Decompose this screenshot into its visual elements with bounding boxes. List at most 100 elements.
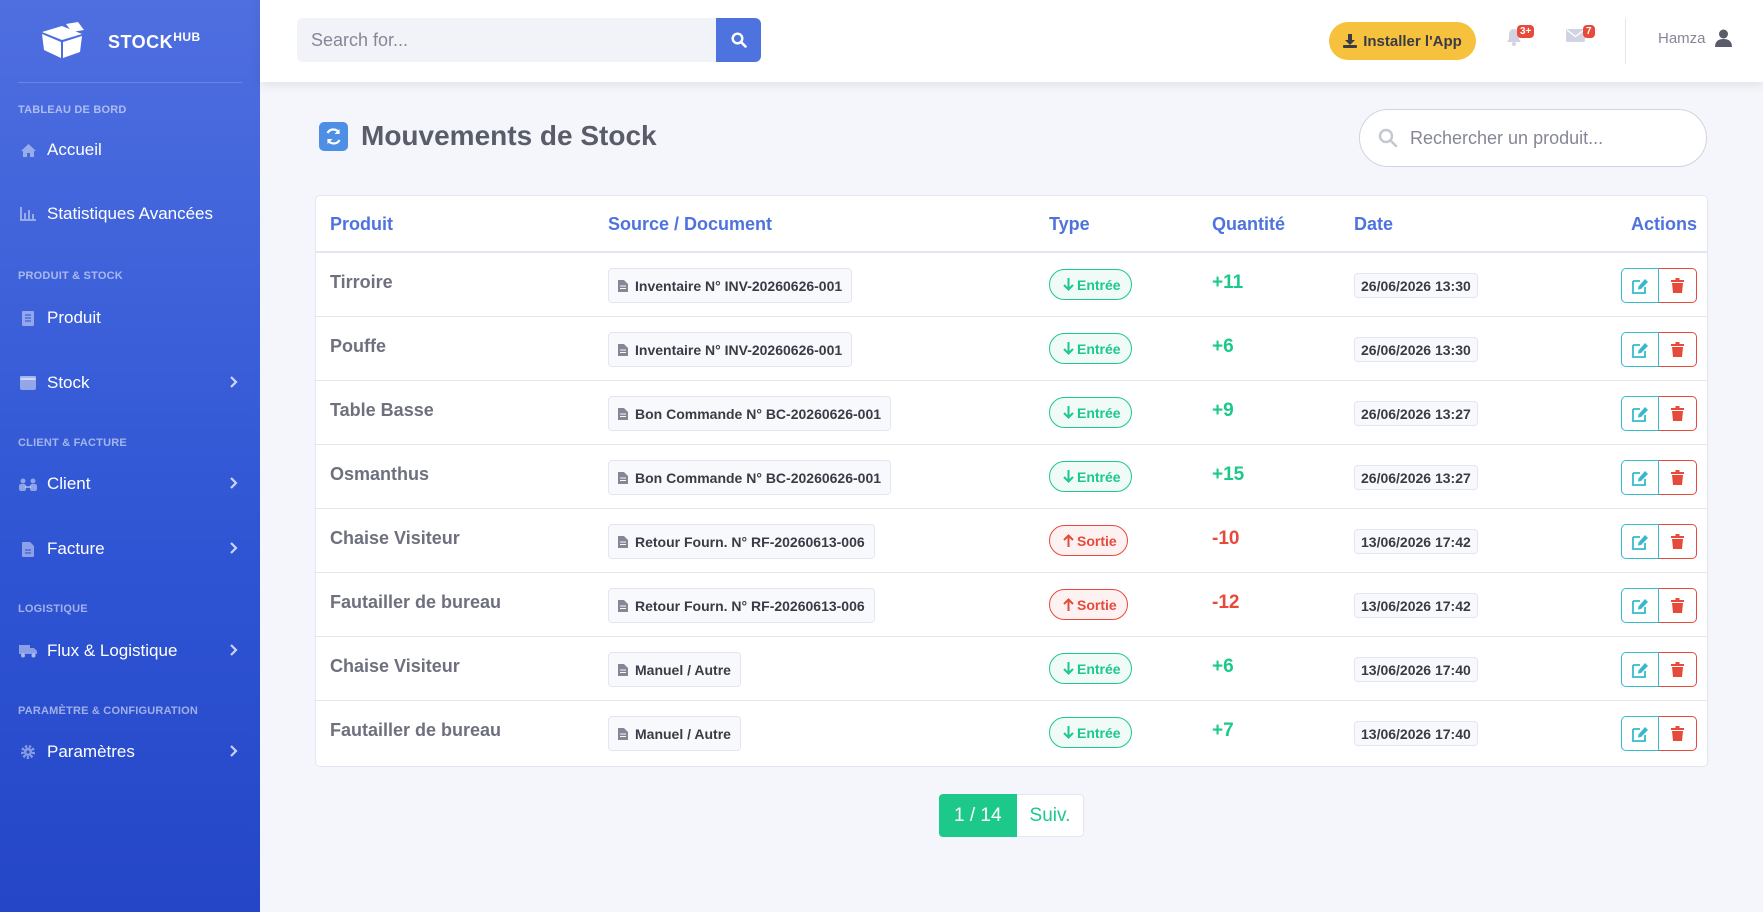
edit-icon [1631, 406, 1648, 422]
edit-button[interactable] [1621, 652, 1659, 687]
source-document[interactable]: Manuel / Autre [608, 716, 741, 751]
trash-icon [1671, 278, 1684, 293]
messages-button[interactable]: 7 [1566, 25, 1596, 54]
quantity-value: -10 [1212, 528, 1240, 549]
row-actions [1621, 524, 1697, 559]
table-row: Table Basse Bon Commande N° BC-20260626-0… [316, 381, 1707, 445]
document-icon [618, 279, 628, 292]
source-document[interactable]: Inventaire N° INV-20260626-001 [608, 332, 853, 367]
sidebar-item-produit[interactable]: Produit [0, 298, 260, 338]
type-badge: Entrée [1049, 461, 1132, 492]
home-icon [18, 140, 38, 160]
delete-button[interactable] [1659, 524, 1697, 559]
download-icon [1343, 34, 1358, 48]
arrow-down-icon [1063, 406, 1074, 419]
date-badge: 26/06/2026 13:30 [1354, 273, 1478, 298]
quantity-value: +15 [1212, 464, 1245, 485]
product-name: Chaise Visiteur [330, 528, 460, 548]
source-document[interactable]: Retour Fourn. N° RF-20260613-006 [608, 524, 875, 559]
edit-button[interactable] [1621, 524, 1659, 559]
brand[interactable]: STOCKHUB [0, 0, 260, 82]
chevron-right-icon [230, 376, 238, 388]
edit-button[interactable] [1621, 716, 1659, 751]
sidebar-item-statistiques[interactable]: Statistiques Avancées [0, 194, 260, 234]
table-header: Produit Source / Document Type Quantité … [316, 196, 1707, 253]
delete-button[interactable] [1659, 268, 1697, 303]
type-badge-label: Sortie [1077, 532, 1117, 549]
delete-button[interactable] [1659, 652, 1697, 687]
column-header-date[interactable]: Date [1354, 214, 1393, 235]
quantity-value: +6 [1212, 336, 1234, 357]
install-app-label: Installer l'App [1363, 32, 1462, 50]
product-name: Fautailler de bureau [330, 720, 502, 740]
install-app-button[interactable]: Installer l'App [1329, 22, 1476, 60]
delete-button[interactable] [1659, 588, 1697, 623]
type-badge-label: Entrée [1077, 404, 1121, 421]
column-header-actions: Actions [1631, 214, 1698, 234]
chevron-right-icon [230, 644, 238, 656]
delete-button[interactable] [1659, 716, 1697, 751]
source-document[interactable]: Bon Commande N° BC-20260626-001 [608, 396, 892, 431]
page-title: Mouvements de Stock [361, 120, 657, 151]
user-menu[interactable]: Hamza [1658, 29, 1732, 47]
edit-icon [1631, 662, 1648, 678]
sidebar-heading-produit-stock: PRODUIT & STOCK [18, 270, 123, 282]
sidebar: STOCKHUB TABLEAU DE BORD Accueil Statist… [0, 0, 260, 912]
column-header-produit[interactable]: Produit [330, 214, 393, 235]
sidebar-heading-client-facture: CLIENT & FACTURE [18, 437, 127, 449]
column-header-source[interactable]: Source / Document [608, 214, 772, 235]
edit-button[interactable] [1621, 460, 1659, 495]
search-input[interactable] [297, 18, 716, 62]
sidebar-item-label: Produit [47, 308, 101, 327]
sidebar-item-stock[interactable]: Stock [0, 363, 260, 403]
delete-button[interactable] [1659, 332, 1697, 367]
edit-button[interactable] [1621, 332, 1659, 367]
trash-icon [1671, 406, 1684, 421]
document-icon [618, 407, 628, 420]
pagination-next-button[interactable]: Suiv. [1016, 794, 1085, 837]
edit-button[interactable] [1621, 268, 1659, 303]
trash-icon [1671, 470, 1684, 485]
product-search-input[interactable] [1410, 127, 1690, 149]
delete-button[interactable] [1659, 460, 1697, 495]
table-row: Fautailler de bureau Retour Fourn. N° RF-… [316, 573, 1707, 637]
chart-icon [18, 204, 38, 224]
arrow-down-icon [1063, 662, 1074, 675]
search-button[interactable] [716, 18, 761, 62]
column-header-quantite[interactable]: Quantité [1212, 214, 1285, 235]
delete-button[interactable] [1659, 396, 1697, 431]
source-document[interactable]: Bon Commande N° BC-20260626-001 [608, 460, 892, 495]
arrow-down-icon [1063, 470, 1074, 483]
sidebar-item-facture[interactable]: Facture [0, 529, 260, 569]
source-document[interactable]: Manuel / Autre [608, 652, 741, 687]
search-icon [730, 32, 747, 48]
source-document[interactable]: Inventaire N° INV-20260626-001 [608, 268, 853, 303]
edit-icon [1631, 278, 1648, 294]
user-name: Hamza [1658, 29, 1706, 47]
edit-button[interactable] [1621, 396, 1659, 431]
sidebar-item-label: Paramètres [47, 742, 135, 761]
topbar-divider [1625, 18, 1626, 64]
edit-button[interactable] [1621, 588, 1659, 623]
sidebar-item-flux-logistique[interactable]: Flux & Logistique [0, 631, 260, 671]
type-badge-label: Entrée [1077, 724, 1121, 741]
sidebar-item-accueil[interactable]: Accueil [0, 130, 260, 170]
row-actions [1621, 716, 1697, 751]
sidebar-item-client[interactable]: Client [0, 464, 260, 504]
type-badge: Sortie [1049, 589, 1128, 620]
product-name: Osmanthus [330, 464, 430, 484]
arrow-down-icon [1063, 278, 1074, 291]
arrow-down-icon [1063, 726, 1074, 739]
source-document-label: Retour Fourn. N° RF-20260613-006 [635, 597, 865, 614]
sidebar-item-parametres[interactable]: Paramètres [0, 732, 260, 772]
table-row: Chaise Visiteur Manuel / Autre Entrée +6 13/… [316, 637, 1707, 701]
chevron-right-icon [230, 542, 238, 554]
type-badge: Entrée [1049, 269, 1132, 300]
quantity-value: +7 [1212, 720, 1234, 741]
alerts-button[interactable]: 3+ [1505, 25, 1535, 54]
product-name: Table Basse [330, 400, 434, 420]
source-document[interactable]: Retour Fourn. N° RF-20260613-006 [608, 588, 875, 623]
quantity-value: +9 [1212, 400, 1234, 421]
date-badge: 13/06/2026 17:40 [1354, 657, 1478, 682]
column-header-type[interactable]: Type [1049, 214, 1090, 235]
